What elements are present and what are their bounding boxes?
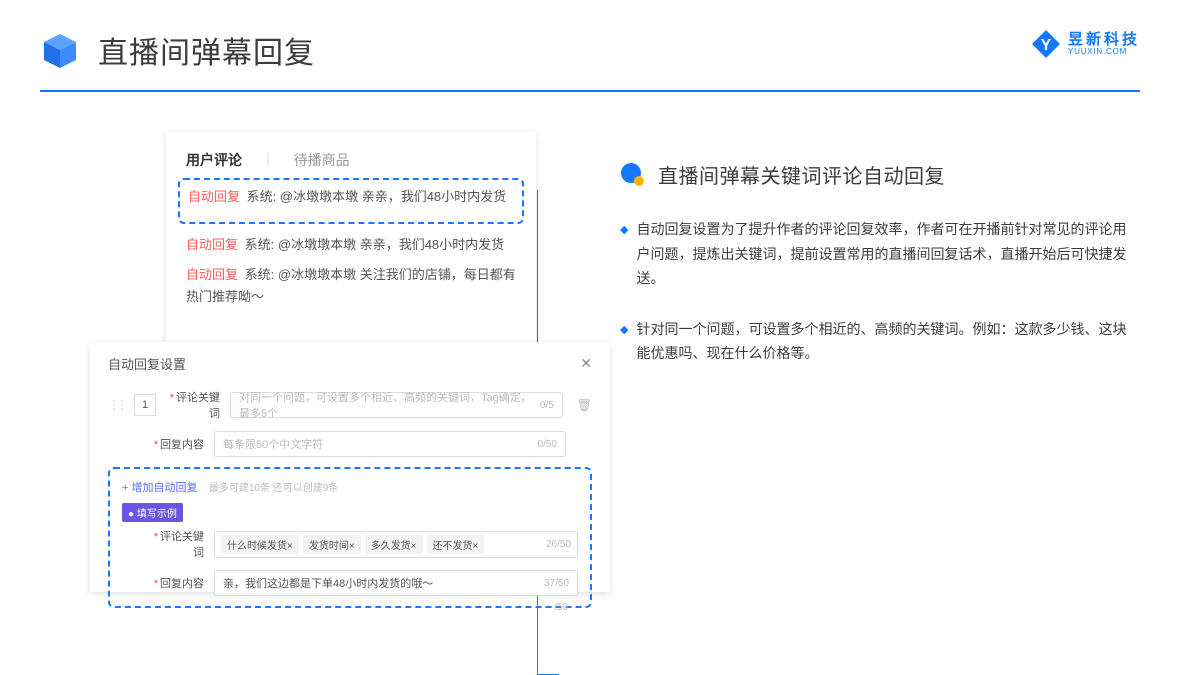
keyword-input[interactable]: 对同一个问题，可设置多个相近、高频的关键词，Tag确定，最多5个 0/5 <box>230 392 563 418</box>
tab-pending-goods[interactable]: 待播商品 <box>294 150 350 170</box>
reply-row: 自动回复 系统: @冰墩墩本墩 亲亲，我们48小时内发货 <box>186 234 516 256</box>
logo-en: YUUXIN.COM <box>1068 48 1140 56</box>
add-hint: 最多可建10条 还可以创建9条 <box>209 483 338 494</box>
company-logo: Y 昱新科技 YUUXIN.COM <box>1030 28 1140 60</box>
auto-reply-settings-panel: 自动回复设置 ✕ ⋮⋮ 1 *评论关键词 对同一个问题，可设置多个相近、高频的关… <box>90 342 610 592</box>
example-badge: ● 填写示例 <box>122 503 183 522</box>
reply-sys: 系统: <box>245 237 275 252</box>
auto-reply-tag: 自动回复 <box>186 267 238 282</box>
logo-cn: 昱新科技 <box>1068 32 1140 47</box>
ex-keyword-label: *评论关键词 <box>150 528 204 560</box>
bullet-item: ◆ 自动回复设置为了提升作者的评论回复效率，作者可在开播前针对常见的评论用户问题… <box>620 217 1140 291</box>
outer-counter: /50 <box>108 602 592 613</box>
keyword-label: *评论关键词 <box>166 389 220 421</box>
example-keyword-row: *评论关键词 什么时候发货× 发货时间× 多久发货× 还不发货× 20/50 <box>122 528 578 560</box>
section-title: 直播间弹幕关键词评论自动回复 <box>658 160 945 189</box>
auto-reply-tag: 自动回复 <box>186 237 238 252</box>
diamond-icon: ◆ <box>620 321 628 366</box>
content-row: *回复内容 每条限50个中文字符 0/50 <box>108 431 592 457</box>
comments-panel: 用户评论 | 待播商品 自动回复 系统: @冰墩墩本墩 亲亲，我们48小时内发货… <box>166 132 536 352</box>
highlighted-reply: 自动回复 系统: @冰墩墩本墩 亲亲，我们48小时内发货 <box>178 178 524 224</box>
page-title: 直播间弹幕回复 <box>98 28 315 72</box>
index-box: 1 <box>134 394 156 416</box>
example-content-row: *回复内容 亲，我们这边都是下单48小时内发货的哦～ 37/50 <box>122 570 578 596</box>
chip[interactable]: 还不发货× <box>427 535 485 554</box>
bullet-item: ◆ 针对同一个问题，可设置多个相近的、高频的关键词。例如：这款多少钱、这块能优惠… <box>620 317 1140 366</box>
bullet-text: 针对同一个问题，可设置多个相近的、高频的关键词。例如：这款多少钱、这块能优惠吗、… <box>636 317 1140 366</box>
reply-row: 自动回复 系统: @冰墩墩本墩 关注我们的店铺，每日都有热门推荐呦～ <box>186 264 516 308</box>
reply-body: @冰墩墩本墩 亲亲，我们48小时内发货 <box>280 189 506 204</box>
chip[interactable]: 什么时候发货× <box>221 535 299 554</box>
auto-reply-tag: 自动回复 <box>188 189 240 204</box>
drag-handle-icon[interactable]: ⋮⋮ <box>108 398 124 412</box>
example-box: + 增加自动回复 最多可建10条 还可以创建9条 ● 填写示例 *评论关键词 什… <box>108 467 592 608</box>
reply-body: @冰墩墩本墩 亲亲，我们48小时内发货 <box>278 237 504 252</box>
delete-icon[interactable]: 🗑 <box>577 398 592 412</box>
content-label: *回复内容 <box>150 436 204 452</box>
bullet-text: 自动回复设置为了提升作者的评论回复效率，作者可在开播前针对常见的评论用户问题，提… <box>636 217 1140 291</box>
chip[interactable]: 发货时间× <box>303 535 361 554</box>
logo-diamond-icon: Y <box>1030 28 1062 60</box>
chip[interactable]: 多久发货× <box>365 535 423 554</box>
ex-content-label: *回复内容 <box>150 575 204 591</box>
add-auto-reply-link[interactable]: + 增加自动回复 <box>122 482 197 494</box>
reply-sys: 系统: <box>245 267 275 282</box>
chat-bubble-icon <box>620 162 646 188</box>
tab-separator: | <box>266 150 270 170</box>
diamond-icon: ◆ <box>620 221 628 291</box>
keyword-row: ⋮⋮ 1 *评论关键词 对同一个问题，可设置多个相近、高频的关键词，Tag确定，… <box>108 389 592 421</box>
svg-text:Y: Y <box>1041 37 1052 54</box>
content-input[interactable]: 每条限50个中文字符 0/50 <box>214 431 566 457</box>
cube-icon <box>40 30 80 70</box>
reply-sys: 系统: <box>247 189 277 204</box>
tab-user-comments[interactable]: 用户评论 <box>186 150 242 170</box>
close-icon[interactable]: ✕ <box>580 355 592 372</box>
ex-keyword-input[interactable]: 什么时候发货× 发货时间× 多久发货× 还不发货× 20/50 <box>214 531 578 558</box>
ex-content-input[interactable]: 亲，我们这边都是下单48小时内发货的哦～ 37/50 <box>214 570 578 596</box>
settings-title: 自动回复设置 <box>108 354 186 373</box>
